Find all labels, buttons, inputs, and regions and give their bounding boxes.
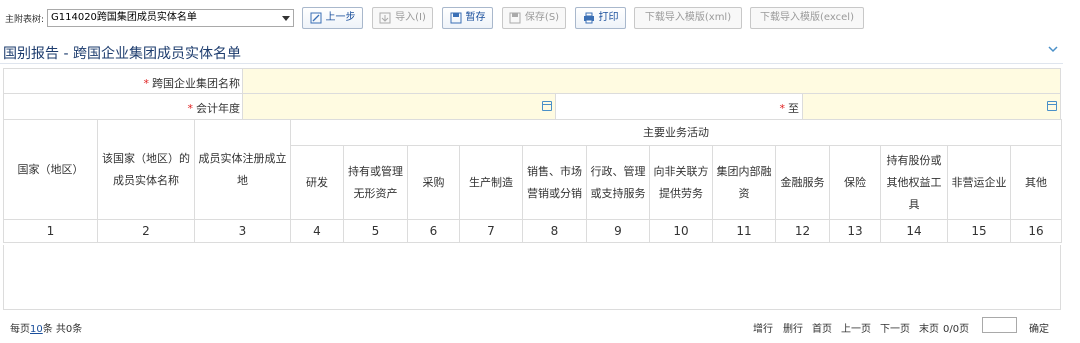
fiscal-year-start-input[interactable] <box>242 94 555 119</box>
column-number: 6 <box>407 219 460 243</box>
column-number: 5 <box>343 219 408 243</box>
download-template-xml-button[interactable]: 下载导入模版(xml) <box>634 7 742 29</box>
column-number: 3 <box>194 219 291 243</box>
pager-summary: 每页10条 共0条 <box>10 324 83 335</box>
table-body-empty <box>3 245 1061 310</box>
import-icon <box>379 12 391 24</box>
col-header-activity: 非营运企业 <box>947 145 1011 220</box>
page-info: 0/0页 <box>943 324 970 335</box>
col-header-activity: 销售、市场营销或分销 <box>522 145 587 220</box>
col-header-activity: 向非关联方提供劳务 <box>649 145 713 220</box>
fiscal-year-end-input[interactable] <box>802 94 1060 119</box>
col-header-main-activities: 主要业务活动 <box>289 119 1063 146</box>
col-header-activity: 行政、管理或支持服务 <box>586 145 650 220</box>
chevron-down-icon <box>282 16 290 21</box>
section-title: 国别报告 - 跨国企业集团成员实体名单 <box>3 46 241 62</box>
save-icon <box>450 12 461 24</box>
group-name-row: * 跨国企业集团名称 <box>3 68 1061 94</box>
to-label: * 至 <box>779 102 800 115</box>
col-header-activity: 集团内部融资 <box>712 145 776 220</box>
calendar-icon[interactable] <box>542 101 552 111</box>
add-row-link[interactable]: 增行 <box>753 320 773 335</box>
col-header-activity: 持有股份或其他权益工具 <box>880 145 948 220</box>
page-number-input[interactable] <box>982 317 1017 333</box>
col-header-activity: 其他 <box>1009 145 1063 220</box>
fiscal-year-row: * 会计年度 * 至 <box>3 94 1061 120</box>
column-number: 13 <box>829 219 881 243</box>
next-page-link[interactable]: 下一页 <box>880 320 910 335</box>
attachment-tree-label: 主附表树: <box>5 15 45 25</box>
col-header-activity: 保险 <box>829 145 881 220</box>
chevron-down-icon[interactable] <box>1047 44 1059 54</box>
column-number: 8 <box>522 219 587 243</box>
column-number: 14 <box>880 219 948 243</box>
col-header-activity: 采购 <box>407 145 460 220</box>
column-number: 11 <box>712 219 776 243</box>
col-header-activity: 生产制造 <box>459 145 523 220</box>
confirm-button[interactable]: 确定 <box>1029 320 1049 335</box>
prev-page-link[interactable]: 上一页 <box>841 320 871 335</box>
download-template-excel-button[interactable]: 下载导入模版(excel) <box>750 7 864 29</box>
column-number: 15 <box>947 219 1011 243</box>
col-header-member-name: 该国家（地区）的成员实体名称 <box>97 119 195 220</box>
group-name-label: * 跨国企业集团名称 <box>143 77 241 90</box>
save-icon <box>509 12 521 24</box>
calendar-icon[interactable] <box>1047 101 1057 111</box>
column-number: 7 <box>459 219 523 243</box>
per-page-link[interactable]: 10 <box>30 324 43 335</box>
attachment-tree-select[interactable]: G114020跨国集团成员实体名单 <box>47 9 294 27</box>
save-button[interactable]: 保存(S) <box>502 7 566 29</box>
import-button[interactable]: 导入(I) <box>372 7 433 29</box>
col-header-registration-place: 成员实体注册成立地 <box>194 119 291 220</box>
temp-save-button[interactable]: 暂存 <box>442 7 493 29</box>
col-header-activity: 金融服务 <box>775 145 830 220</box>
to-label-cell: * 至 <box>555 94 803 119</box>
group-name-input[interactable] <box>242 69 1060 93</box>
last-page-link[interactable]: 末页 <box>919 320 939 335</box>
print-button[interactable]: 打印 <box>575 7 626 29</box>
member-entity-table: 国家（地区） 该国家（地区）的成员实体名称 成员实体注册成立地 主要业务活动 研… <box>3 119 1063 243</box>
print-icon <box>583 12 594 24</box>
delete-row-link[interactable]: 删行 <box>783 320 803 335</box>
column-number: 2 <box>97 219 195 243</box>
col-header-activity: 研发 <box>290 145 344 220</box>
section-divider <box>0 63 1063 64</box>
column-number: 4 <box>290 219 344 243</box>
col-header-country: 国家（地区） <box>3 119 98 220</box>
column-number: 12 <box>775 219 830 243</box>
prev-step-button[interactable]: 上一步 <box>302 7 363 29</box>
attachment-tree-select-value: G114020跨国集团成员实体名单 <box>51 12 197 23</box>
fiscal-year-label: * 会计年度 <box>187 102 241 115</box>
first-page-link[interactable]: 首页 <box>812 320 832 335</box>
edit-icon <box>310 12 321 24</box>
column-number: 9 <box>586 219 650 243</box>
col-header-activity: 持有或管理无形资产 <box>343 145 408 220</box>
column-number: 16 <box>1009 219 1063 243</box>
column-number: 10 <box>649 219 713 243</box>
toolbar: 主附表树: G114020跨国集团成员实体名单 上一步 导入(I) 暂存 保存(… <box>0 0 1080 36</box>
column-number: 1 <box>3 219 98 243</box>
